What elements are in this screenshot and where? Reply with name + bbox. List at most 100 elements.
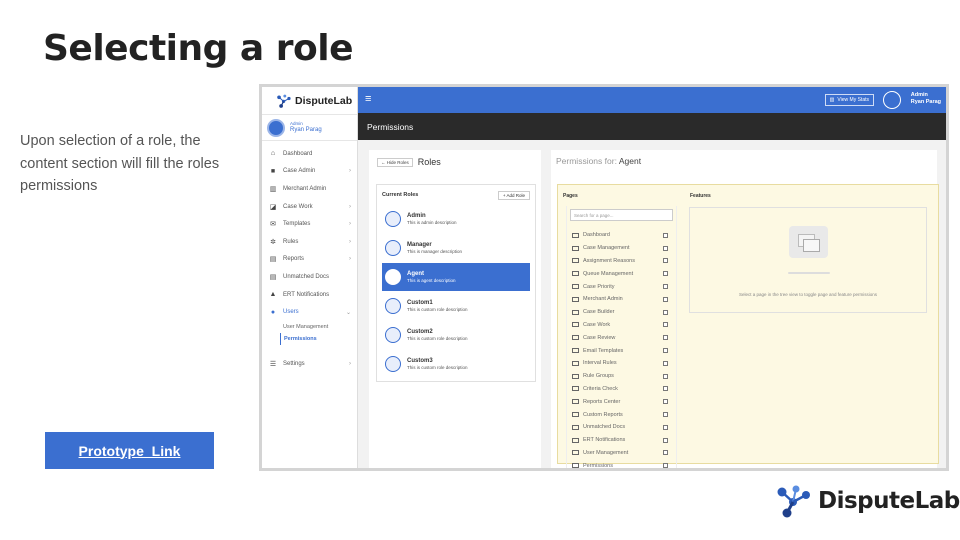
slide-title: Selecting a role — [43, 28, 354, 69]
page-permission-checkbox[interactable] — [663, 335, 668, 341]
briefcase-icon: ■ — [270, 167, 276, 175]
page-tree-item[interactable]: User Management — [567, 447, 676, 460]
page-permission-checkbox[interactable] — [663, 258, 668, 264]
role-item-custom3[interactable]: Custom3 This is custom role description — [382, 350, 530, 378]
sidebar-item-merchant-admin[interactable]: ▥ Merchant Admin — [262, 180, 357, 198]
monitor-icon — [572, 360, 579, 366]
page-tree-label: Dashboard — [583, 232, 610, 239]
sidebar-item-label: Dashboard — [283, 150, 313, 157]
slide-description: Upon selection of a role, the content se… — [20, 133, 220, 194]
page-permission-checkbox[interactable] — [663, 309, 668, 315]
sidebar-item-case-work[interactable]: ◪ Case Work › — [262, 198, 357, 216]
role-name: Agent — [407, 271, 424, 277]
page-permission-checkbox[interactable] — [663, 348, 668, 354]
role-item-manager[interactable]: Manager This is manager description — [382, 234, 530, 262]
page-tree-label: Case Management — [583, 245, 630, 252]
sidebar-item-label: Reports — [283, 256, 305, 263]
role-avatar-icon — [385, 327, 401, 343]
page-tree-item[interactable]: Queue Management — [567, 267, 676, 280]
page-title: Permissions — [358, 113, 946, 140]
page-permission-checkbox[interactable] — [663, 271, 668, 277]
sidebar-item-unmatched-docs[interactable]: ▤ Unmatched Docs — [262, 268, 357, 286]
hamburger-menu-icon[interactable]: ≡ — [365, 93, 371, 105]
app-screenshot: DisputeLab Admin Ryan Parag ⌂ Dashboard ■… — [259, 84, 949, 471]
page-tree-item[interactable]: Case Review — [567, 331, 676, 344]
add-role-button[interactable]: + Add Role — [497, 190, 530, 200]
page-tree-item[interactable]: Case Management — [567, 242, 676, 255]
brand-text: DisputeLab — [818, 488, 960, 514]
monitor-icon — [572, 335, 579, 341]
page-tree-item[interactable]: Dashboard — [567, 229, 676, 242]
page-permission-checkbox[interactable] — [663, 412, 668, 418]
page-permission-checkbox[interactable] — [663, 437, 668, 443]
monitor-icon — [572, 399, 579, 405]
sidebar-item-dashboard[interactable]: ⌂ Dashboard — [262, 145, 357, 163]
page-permission-checkbox[interactable] — [663, 245, 668, 251]
page-tree-item[interactable]: Case Work — [567, 319, 676, 332]
page-permission-checkbox[interactable] — [663, 386, 668, 392]
page-tree-label: Rule Groups — [583, 373, 614, 380]
sidebar-item-rules[interactable]: ✲ Rules › — [262, 233, 357, 251]
page-permission-checkbox[interactable] — [663, 360, 668, 366]
role-item-admin[interactable]: Admin This is admin description — [382, 205, 530, 233]
sidebar-item-users[interactable]: ● Users ⌄ — [262, 303, 357, 321]
avatar[interactable] — [883, 91, 901, 109]
page-permission-checkbox[interactable] — [663, 463, 668, 468]
app-logo[interactable]: DisputeLab — [262, 87, 357, 115]
hide-roles-button[interactable]: ← Hide Roles — [377, 157, 413, 167]
chevron-down-icon: ⌄ — [345, 309, 351, 316]
page-search-input[interactable]: Search for a page... — [570, 209, 673, 221]
page-tree-item[interactable]: Email Templates — [567, 344, 676, 357]
sidebar-subitem-permissions[interactable]: Permissions — [280, 332, 357, 345]
monitor-icon — [572, 386, 579, 392]
page-tree-item[interactable]: Permissions — [567, 459, 676, 468]
sidebar-user[interactable]: Admin Ryan Parag — [262, 115, 357, 141]
page-tree-item[interactable]: Custom Reports — [567, 408, 676, 421]
view-my-stats-button[interactable]: ▥ View My Stats — [824, 94, 874, 106]
sidebar-item-reports[interactable]: ▤ Reports › — [262, 251, 357, 269]
sidebar-subitem-user-management[interactable]: User Management — [262, 321, 357, 333]
sidebar-item-case-admin[interactable]: ■ Case Admin › — [262, 163, 357, 181]
role-item-agent[interactable]: Agent This is agent description — [382, 263, 530, 291]
windows-placeholder-icon — [789, 226, 828, 258]
sidebar-item-settings[interactable]: ☰ Settings › — [262, 355, 357, 373]
role-item-custom2[interactable]: Custom2 This is custom role description — [382, 321, 530, 349]
sidebar-item-label: Rules — [283, 238, 299, 245]
features-label: Features — [690, 193, 711, 199]
page-tree-item[interactable]: Interval Rules — [567, 357, 676, 370]
page-tree-item[interactable]: Merchant Admin — [567, 293, 676, 306]
page-tree-item[interactable]: Criteria Check — [567, 383, 676, 396]
page-tree-item[interactable]: Case Builder — [567, 306, 676, 319]
page-permission-checkbox[interactable] — [663, 373, 668, 379]
prototype-link-button[interactable]: Prototype_Link — [45, 432, 214, 469]
page-permission-checkbox[interactable] — [663, 424, 668, 430]
page-tree-item[interactable]: Rule Groups — [567, 370, 676, 383]
page-tree-label: User Management — [583, 449, 629, 456]
page-permission-checkbox[interactable] — [663, 296, 668, 302]
edit-icon: ◪ — [269, 203, 277, 211]
page-tree-label: ERT Notifications — [583, 437, 626, 444]
pages-tree: Search for a page... Dashboard Case Manag… — [566, 206, 677, 468]
page-tree-label: Case Work — [583, 321, 611, 328]
role-item-custom1[interactable]: Custom1 This is custom role description — [382, 292, 530, 320]
permissions-heading-prefix: Permissions for: — [556, 156, 617, 166]
role-name: Custom1 — [407, 300, 433, 306]
page-permission-checkbox[interactable] — [663, 284, 668, 290]
current-roles-label: Current Roles — [382, 192, 419, 198]
role-avatar-icon — [385, 298, 401, 314]
page-tree-label: Case Review — [583, 334, 616, 341]
page-permission-checkbox[interactable] — [663, 399, 668, 405]
page-tree-item[interactable]: Assignment Reasons — [567, 255, 676, 268]
page-tree-item[interactable]: Reports Center — [567, 395, 676, 408]
page-permission-checkbox[interactable] — [663, 450, 668, 456]
page-tree-label: Criteria Check — [583, 385, 618, 392]
page-tree-item[interactable]: ERT Notifications — [567, 434, 676, 447]
page-tree-item[interactable]: Case Priority — [567, 280, 676, 293]
sidebar-item-templates[interactable]: ✉ Templates › — [262, 215, 357, 233]
top-user-menu[interactable]: Admin Ryan Parag — [911, 92, 941, 106]
sidebar-item-ert-notifications[interactable]: ▲ ERT Notifications — [262, 286, 357, 304]
warning-icon: ▲ — [269, 291, 277, 299]
page-permission-checkbox[interactable] — [663, 232, 668, 238]
page-tree-item[interactable]: Unmatched Docs — [567, 421, 676, 434]
page-permission-checkbox[interactable] — [663, 322, 668, 328]
